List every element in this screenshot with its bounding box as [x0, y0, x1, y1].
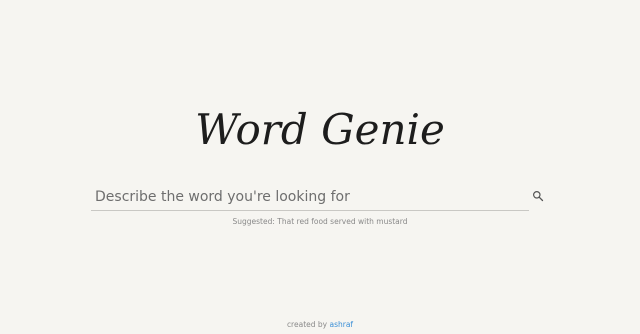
- author-link[interactable]: ashraf: [329, 320, 353, 329]
- logo-svg: Word Genie: [195, 105, 445, 154]
- suggestion-text: Suggested: That red food served with mus…: [232, 217, 408, 226]
- logo-text: Word Genie: [195, 105, 445, 154]
- footer: created by ashraf: [0, 320, 640, 329]
- footer-prefix: created by: [286, 320, 328, 329]
- search-input[interactable]: [95, 186, 515, 208]
- page: Word Genie Suggested: That red food serv…: [0, 0, 640, 334]
- logo: Word Genie: [0, 100, 640, 164]
- search-icon[interactable]: [532, 190, 544, 202]
- search-bar: [91, 184, 529, 211]
